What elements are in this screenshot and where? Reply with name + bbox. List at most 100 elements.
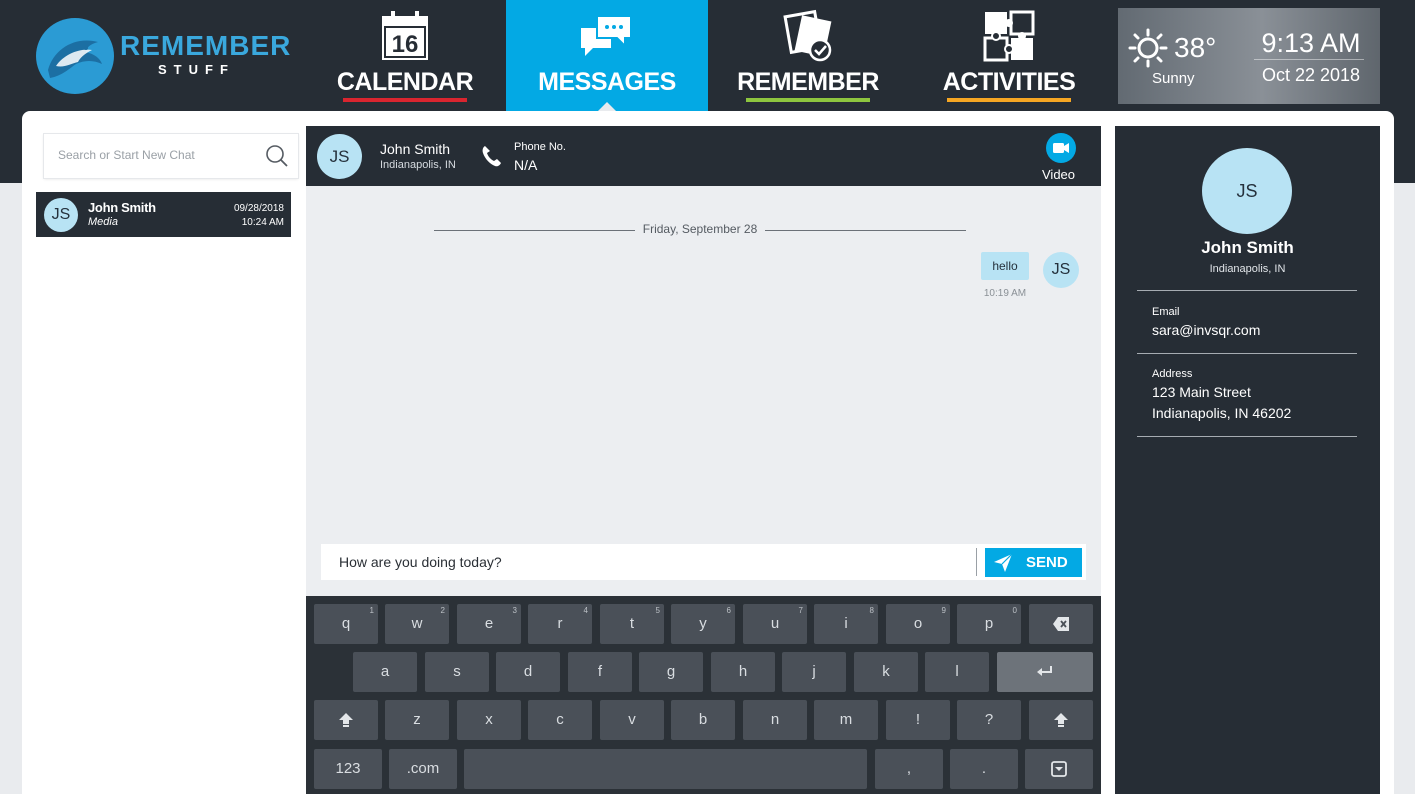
key-l[interactable]: l <box>925 652 989 692</box>
key-comma[interactable]: , <box>875 749 943 789</box>
chat-item-name: John Smith <box>88 200 156 215</box>
nav-activities-label: ACTIVITIES <box>942 68 1076 96</box>
key-shift-left[interactable] <box>314 700 378 740</box>
weather-widget: 38° Sunny 9:13 AM Oct 22 2018 <box>1118 8 1380 104</box>
nav-messages-label: MESSAGES <box>538 68 676 96</box>
email-value: sara@invsqr.com <box>1152 322 1261 338</box>
phone-value: N/A <box>514 157 538 173</box>
nav-messages[interactable]: MESSAGES <box>506 0 708 112</box>
key-r[interactable]: r4 <box>528 604 592 644</box>
search-icon[interactable] <box>265 144 289 168</box>
key-q[interactable]: q1 <box>314 604 378 644</box>
phone-icon[interactable] <box>480 144 502 168</box>
avatar: JS <box>44 198 78 232</box>
search-input[interactable]: Search or Start New Chat <box>44 134 298 178</box>
app-logo: REMEMBER STUFF <box>36 18 296 96</box>
weather-condition: Sunny <box>1152 70 1195 87</box>
chat-item-date: 09/28/2018 <box>233 203 284 214</box>
notes-check-icon <box>778 8 838 64</box>
logo-title: REMEMBER <box>120 30 292 61</box>
chat-item-time: 10:24 AM <box>241 217 284 228</box>
key-h[interactable]: h <box>711 652 775 692</box>
chat-list-item[interactable]: JS John Smith Media 09/28/2018 10:24 AM <box>36 192 291 237</box>
email-label: Email <box>1152 306 1180 318</box>
nav-calendar-underline <box>343 98 467 102</box>
clock-date: Oct 22 2018 <box>1261 65 1361 85</box>
profile-name: John Smith <box>1201 238 1294 257</box>
key-backspace[interactable] <box>1029 604 1093 644</box>
key-exclamation[interactable]: ! <box>886 700 950 740</box>
key-z[interactable]: z <box>385 700 449 740</box>
divider <box>1137 290 1357 291</box>
key-shift-right[interactable] <box>1029 700 1093 740</box>
contact-location: Indianapolis, IN <box>380 159 456 171</box>
search-placeholder: Search or Start New Chat <box>58 148 195 162</box>
video-camera-icon <box>1053 143 1069 153</box>
address-label: Address <box>1152 368 1193 380</box>
hide-keyboard-icon <box>1051 761 1067 777</box>
on-screen-keyboard: q1 w2 e3 r4 t5 y6 u7 i8 o9 p0 a s d f g … <box>306 596 1101 794</box>
key-a[interactable]: a <box>353 652 417 692</box>
logo-subtitle: STUFF <box>158 62 235 77</box>
calendar-icon: 16 <box>375 8 435 64</box>
avatar: JS <box>317 134 362 179</box>
key-enter[interactable] <box>997 652 1093 692</box>
key-c[interactable]: c <box>528 700 592 740</box>
key-e[interactable]: e3 <box>457 604 521 644</box>
key-g[interactable]: g <box>639 652 703 692</box>
key-s[interactable]: s <box>425 652 489 692</box>
chat-bubbles-icon <box>577 8 637 64</box>
send-label: SEND <box>1026 554 1068 571</box>
date-divider-label: Friday, September 28 <box>634 222 766 236</box>
message-composer: How are you doing today? SEND <box>321 544 1086 580</box>
key-x[interactable]: x <box>457 700 521 740</box>
paper-plane-icon <box>993 553 1013 573</box>
key-numbers[interactable]: 123 <box>314 749 382 789</box>
key-f[interactable]: f <box>568 652 632 692</box>
key-period[interactable]: . <box>950 749 1018 789</box>
key-space[interactable] <box>464 749 867 789</box>
video-call-button[interactable] <box>1046 133 1076 163</box>
key-j[interactable]: j <box>782 652 846 692</box>
nav-calendar[interactable]: 16 CALENDAR <box>305 0 505 111</box>
contact-name: John Smith <box>380 141 451 157</box>
nav-remember-label: REMEMBER <box>737 68 879 96</box>
key-w[interactable]: w2 <box>385 604 449 644</box>
address-line-2: Indianapolis, IN 46202 <box>1152 405 1292 421</box>
svg-text:16: 16 <box>392 31 419 58</box>
clock-time: 9:13 AM <box>1261 28 1361 58</box>
key-o[interactable]: o9 <box>886 604 950 644</box>
key-dotcom[interactable]: .com <box>389 749 457 789</box>
weather-temperature: 38° <box>1174 32 1217 63</box>
key-y[interactable]: y6 <box>671 604 735 644</box>
enter-icon <box>1037 666 1052 677</box>
key-i[interactable]: i8 <box>814 604 878 644</box>
clock-divider <box>1254 59 1364 60</box>
nav-remember[interactable]: REMEMBER <box>708 0 908 111</box>
key-hide-keyboard[interactable] <box>1025 749 1093 789</box>
key-b[interactable]: b <box>671 700 735 740</box>
video-call-label: Video <box>1042 167 1076 182</box>
shift-icon <box>1054 713 1068 728</box>
backspace-icon <box>1053 617 1069 632</box>
key-p[interactable]: p0 <box>957 604 1021 644</box>
chat-item-subtitle: Media <box>88 216 118 228</box>
phone-label: Phone No. <box>514 141 566 153</box>
nav-activities[interactable]: ACTIVITIES <box>909 0 1109 111</box>
composer-divider <box>976 548 977 576</box>
divider <box>1137 353 1357 354</box>
key-k[interactable]: k <box>854 652 918 692</box>
conversation-header: JS John Smith Indianapolis, IN Phone No.… <box>306 126 1101 186</box>
puzzle-icon <box>979 8 1039 64</box>
key-v[interactable]: v <box>600 700 664 740</box>
key-question[interactable]: ? <box>957 700 1021 740</box>
key-u[interactable]: u7 <box>743 604 807 644</box>
key-d[interactable]: d <box>496 652 560 692</box>
key-n[interactable]: n <box>743 700 807 740</box>
avatar: JS <box>1202 148 1292 234</box>
profile-location: Indianapolis, IN <box>1209 263 1286 275</box>
message-input[interactable]: How are you doing today? <box>339 554 502 570</box>
key-t[interactable]: t5 <box>600 604 664 644</box>
send-button[interactable]: SEND <box>985 548 1082 577</box>
key-m[interactable]: m <box>814 700 878 740</box>
